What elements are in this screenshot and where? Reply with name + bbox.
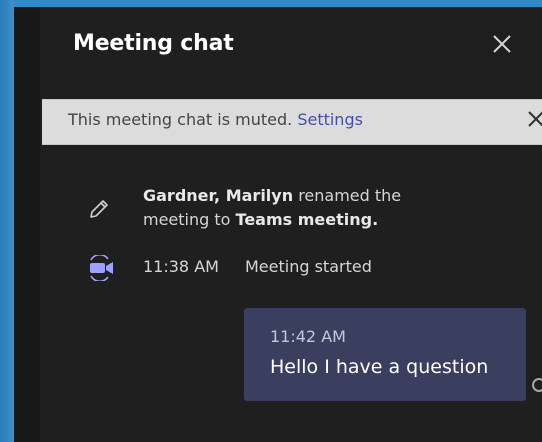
video-camera-icon (85, 254, 117, 282)
meeting-started-time: 11:38 AM (143, 257, 219, 276)
desktop-background-top (0, 0, 542, 7)
settings-link[interactable]: Settings (297, 110, 363, 129)
close-chat-button[interactable] (486, 30, 518, 62)
rename-event-text: Gardner, Marilyn renamed the meeting to … (143, 184, 443, 232)
close-icon (492, 34, 512, 58)
desktop-background-left (0, 0, 14, 442)
muted-banner-text: This meeting chat is muted. Settings (68, 110, 363, 129)
message-timestamp: 11:42 AM (270, 327, 346, 346)
meeting-started-label: Meeting started (245, 257, 372, 276)
page-title: Meeting chat (73, 31, 234, 56)
dismiss-banner-button[interactable] (524, 109, 542, 133)
muted-banner-message: This meeting chat is muted. (68, 110, 293, 129)
chat-message-bubble[interactable]: 11:42 AM Hello I have a question (244, 308, 526, 401)
close-icon (527, 110, 542, 132)
rename-new-name: Teams meeting. (235, 210, 379, 229)
message-text: Hello I have a question (270, 356, 489, 378)
message-status-icon (532, 378, 542, 392)
muted-banner: This meeting chat is muted. Settings (42, 99, 542, 145)
pencil-icon (86, 196, 112, 222)
rename-actor: Gardner, Marilyn (143, 186, 294, 205)
panel-left-edge (14, 7, 40, 442)
